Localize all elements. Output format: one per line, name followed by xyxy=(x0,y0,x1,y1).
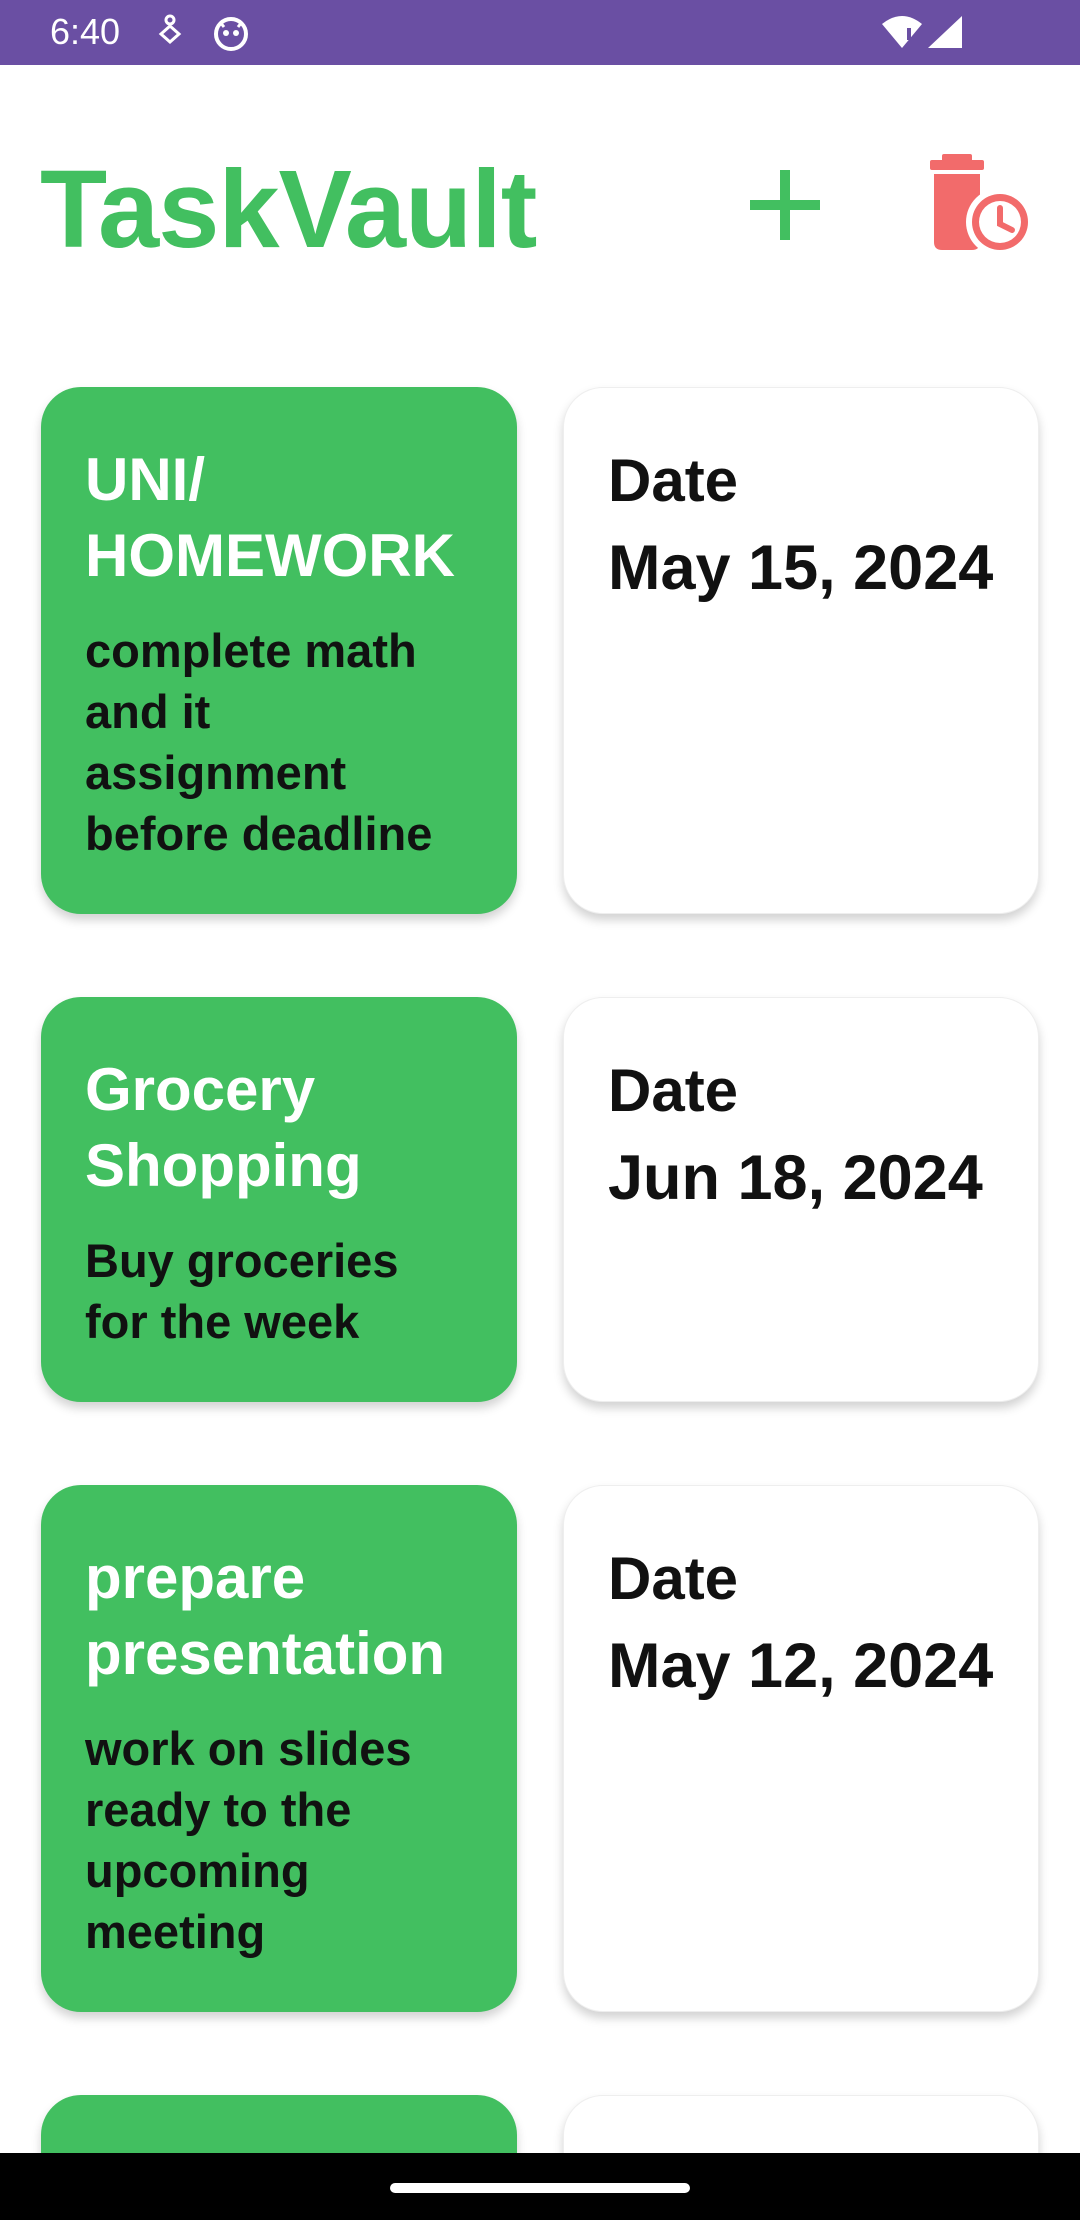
signal-icon xyxy=(924,14,964,55)
task-title: prepare presentation xyxy=(85,1544,446,1687)
task-description: work on slides ready to the upcoming mee… xyxy=(85,1722,412,1958)
task-card[interactable]: Grocery Shopping Buy groceries for the w… xyxy=(41,997,517,1402)
add-task-button[interactable] xyxy=(740,160,830,250)
status-time: 6:40 xyxy=(50,11,121,52)
task-date-card[interactable]: Date May 15, 2024 xyxy=(563,387,1039,914)
task-description: Buy groceries for the week xyxy=(85,1234,399,1348)
task-date: Jun 18, 2024 xyxy=(608,1143,983,1213)
date-label: Date xyxy=(608,447,739,514)
date-label: Date xyxy=(608,1545,739,1612)
task-date-card[interactable]: Date May 12, 2024 xyxy=(563,1485,1039,2012)
task-card[interactable]: UNI/ HOMEWORK complete math and it assig… xyxy=(41,387,517,914)
task-description: complete math and it assignment before d… xyxy=(85,624,433,860)
wifi-icon xyxy=(880,14,924,55)
status-bar: 6:40 xyxy=(0,0,1080,65)
accessibility-icon xyxy=(155,14,185,55)
task-card[interactable]: prepare presentation work on slides read… xyxy=(41,1485,517,2012)
scheduled-delete-button[interactable] xyxy=(920,150,1040,260)
task-date: May 15, 2024 xyxy=(608,533,994,603)
app-title: TaskVault xyxy=(40,148,537,271)
app-notification-icon xyxy=(212,14,250,57)
home-gesture-handle[interactable] xyxy=(390,2183,690,2193)
task-date-card[interactable]: Date Jun 18, 2024 xyxy=(563,997,1039,1402)
task-title: Grocery Shopping xyxy=(85,1056,362,1199)
date-label: Date xyxy=(608,1057,739,1124)
task-date: May 12, 2024 xyxy=(608,1631,994,1701)
navigation-bar xyxy=(0,2153,1080,2220)
scheduled-delete-icon xyxy=(930,154,1034,256)
task-title: UNI/ HOMEWORK xyxy=(85,446,455,589)
plus-icon xyxy=(750,170,820,240)
